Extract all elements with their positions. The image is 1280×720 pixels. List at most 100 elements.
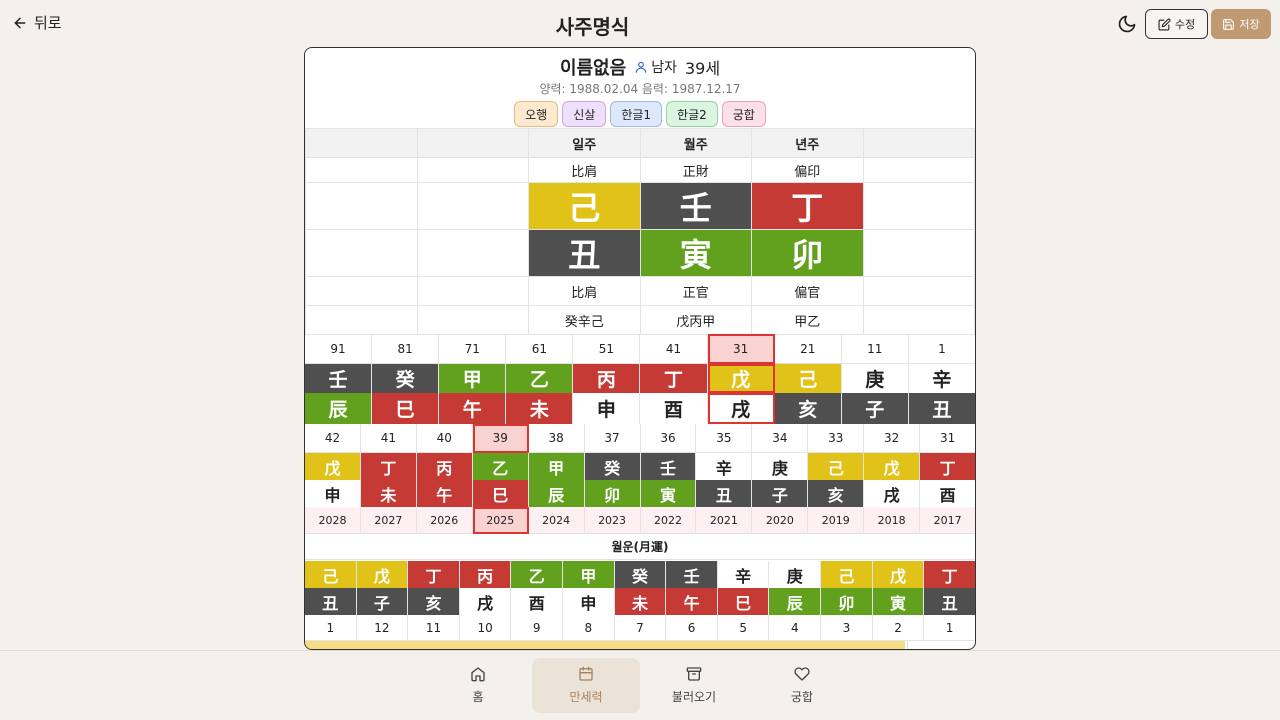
daeun-stem[interactable]: 戊 (707, 364, 775, 393)
nav-item-3[interactable]: 궁합 (748, 658, 856, 713)
wolun-month[interactable]: 5 (717, 615, 770, 641)
seun-stem[interactable]: 丙 (416, 453, 473, 480)
seun-stem[interactable]: 庚 (752, 453, 809, 480)
daeun-stem[interactable]: 甲 (439, 364, 507, 393)
seun-year[interactable]: 2028 (305, 507, 361, 534)
wolun-month[interactable]: 11 (408, 615, 460, 641)
wolun-month[interactable]: 12 (356, 615, 409, 641)
seun-branch[interactable]: 辰 (528, 480, 585, 507)
wolun-stem[interactable]: 戊 (872, 561, 925, 588)
wolun-stem[interactable]: 乙 (511, 561, 564, 588)
chip-3[interactable]: 한글2 (666, 101, 718, 127)
seun-stem[interactable]: 戊 (864, 453, 921, 480)
wolun-month[interactable]: 9 (511, 615, 564, 641)
save-button[interactable]: 저장 (1211, 9, 1271, 39)
wolun-month[interactable]: 1 (924, 615, 975, 641)
daeun-branch[interactable]: 午 (439, 393, 507, 424)
chip-4[interactable]: 궁합 (721, 101, 766, 127)
wolun-branch[interactable]: 戌 (459, 588, 512, 615)
seun-stem[interactable]: 戊 (305, 453, 361, 480)
seun-age[interactable]: 34 (752, 424, 809, 453)
seun-year[interactable]: 2019 (808, 507, 865, 534)
seun-year[interactable]: 2020 (752, 507, 809, 534)
wolun-branch[interactable]: 丑 (924, 588, 975, 615)
daeun-stem[interactable]: 己 (774, 364, 842, 393)
wolun-branch[interactable]: 辰 (769, 588, 822, 615)
seun-year[interactable]: 2021 (696, 507, 753, 534)
wolun-branch[interactable]: 午 (666, 588, 718, 615)
daeun-age[interactable]: 51 (573, 334, 641, 364)
seun-age[interactable]: 36 (640, 424, 697, 453)
seun-branch[interactable]: 亥 (808, 480, 865, 507)
wolun-month[interactable]: 8 (563, 615, 615, 641)
wolun-branch[interactable]: 寅 (872, 588, 925, 615)
wolun-stem[interactable]: 己 (821, 561, 873, 588)
seun-branch[interactable]: 卯 (584, 480, 641, 507)
wolun-month[interactable]: 2 (872, 615, 925, 641)
seun-branch[interactable]: 寅 (640, 480, 697, 507)
moon-icon[interactable] (1117, 14, 1137, 34)
seun-age[interactable]: 35 (696, 424, 753, 453)
seun-year[interactable]: 2017 (920, 507, 975, 534)
wolun-branch[interactable]: 子 (356, 588, 409, 615)
seun-year[interactable]: 2025 (472, 507, 529, 534)
wolun-branch[interactable]: 巳 (717, 588, 770, 615)
daeun-age[interactable]: 11 (841, 334, 909, 364)
seun-year[interactable]: 2023 (584, 507, 641, 534)
wolun-month[interactable]: 6 (666, 615, 718, 641)
daeun-age[interactable]: 61 (506, 334, 574, 364)
wolun-stem[interactable]: 己 (305, 561, 357, 588)
wolun-stem[interactable]: 丁 (408, 561, 460, 588)
wolun-stem[interactable]: 辛 (717, 561, 770, 588)
chip-0[interactable]: 오행 (514, 101, 559, 127)
nav-item-2[interactable]: 불러오기 (640, 658, 748, 713)
seun-age[interactable]: 32 (864, 424, 921, 453)
daeun-stem[interactable]: 辛 (908, 364, 975, 393)
daeun-branch[interactable]: 酉 (640, 393, 708, 424)
daeun-branch[interactable]: 戌 (707, 393, 775, 424)
wolun-stem[interactable]: 癸 (614, 561, 667, 588)
seun-year[interactable]: 2026 (416, 507, 473, 534)
wolun-stem[interactable]: 戊 (356, 561, 409, 588)
seun-branch[interactable]: 午 (416, 480, 473, 507)
seun-age[interactable]: 33 (808, 424, 865, 453)
wolun-stem[interactable]: 丁 (924, 561, 975, 588)
seun-branch[interactable]: 酉 (920, 480, 975, 507)
wolun-branch[interactable]: 卯 (821, 588, 873, 615)
seun-stem[interactable]: 丁 (920, 453, 975, 480)
nav-item-1[interactable]: 만세력 (532, 658, 640, 713)
seun-branch[interactable]: 戌 (864, 480, 921, 507)
seun-stem[interactable]: 丁 (360, 453, 417, 480)
seun-stem[interactable]: 辛 (696, 453, 753, 480)
wolun-stem[interactable]: 丙 (459, 561, 512, 588)
seun-stem[interactable]: 乙 (472, 453, 529, 480)
wolun-month[interactable]: 3 (821, 615, 873, 641)
seun-age[interactable]: 42 (305, 424, 361, 453)
wolun-branch[interactable]: 未 (614, 588, 667, 615)
wolun-month[interactable]: 1 (305, 615, 357, 641)
seun-year[interactable]: 2018 (864, 507, 921, 534)
daeun-branch[interactable]: 子 (841, 393, 909, 424)
daeun-branch[interactable]: 申 (573, 393, 641, 424)
seun-branch[interactable]: 申 (305, 480, 361, 507)
wolun-stem[interactable]: 甲 (563, 561, 615, 588)
wolun-branch[interactable]: 亥 (408, 588, 460, 615)
wolun-branch[interactable]: 丑 (305, 588, 357, 615)
daeun-age[interactable]: 1 (908, 334, 975, 364)
seun-branch[interactable]: 巳 (472, 480, 529, 507)
daeun-branch[interactable]: 未 (506, 393, 574, 424)
wolun-month[interactable]: 4 (769, 615, 822, 641)
seun-stem[interactable]: 甲 (528, 453, 585, 480)
seun-age[interactable]: 31 (920, 424, 975, 453)
wolun-month[interactable]: 7 (614, 615, 667, 641)
wolun-month[interactable]: 10 (459, 615, 512, 641)
daeun-stem[interactable]: 丙 (573, 364, 641, 393)
daeun-branch[interactable]: 辰 (305, 393, 373, 424)
seun-age[interactable]: 37 (584, 424, 641, 453)
daeun-age[interactable]: 71 (439, 334, 507, 364)
daeun-age[interactable]: 81 (372, 334, 440, 364)
wolun-branch[interactable]: 酉 (511, 588, 564, 615)
seun-year[interactable]: 2022 (640, 507, 697, 534)
seun-age[interactable]: 40 (416, 424, 473, 453)
daeun-stem[interactable]: 庚 (841, 364, 909, 393)
